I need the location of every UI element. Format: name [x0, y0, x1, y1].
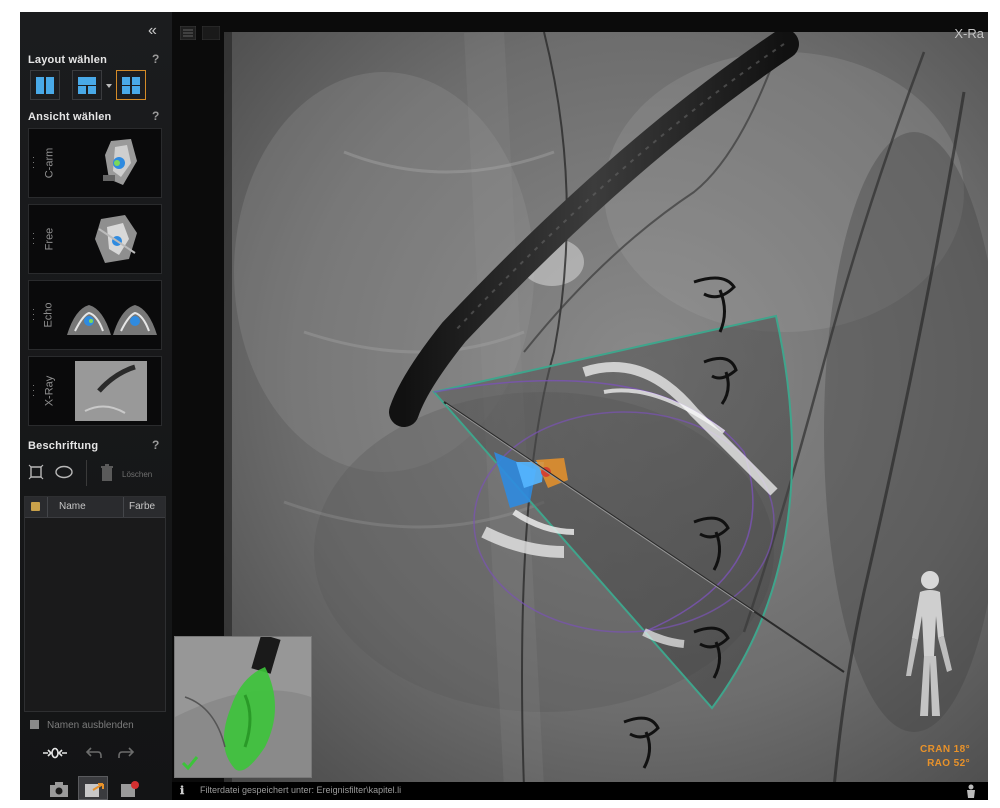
view-label: X-Ray: [43, 375, 55, 407]
view-help-icon[interactable]: ?: [152, 109, 159, 123]
device-preview-inset[interactable]: [174, 636, 312, 778]
drag-handle-icon[interactable]: · · ·: [32, 381, 36, 400]
camera-icon[interactable]: [48, 780, 70, 798]
chevron-down-icon[interactable]: [106, 84, 112, 88]
undo-icon[interactable]: [84, 746, 102, 760]
checkmark-icon: [181, 756, 199, 771]
view-card-free[interactable]: · · · Free: [28, 204, 162, 274]
person-orientation-icon[interactable]: [898, 566, 958, 736]
layout-quad-button[interactable]: [116, 70, 146, 100]
left-panel: « Layout wählen ? Ansicht wählen ? · · ·…: [20, 12, 173, 800]
annotation-table: Name Farbe: [24, 496, 166, 712]
x-ray-image: [224, 32, 988, 788]
drag-handle-icon[interactable]: · · ·: [32, 229, 36, 248]
layout-split-button[interactable]: [72, 70, 102, 100]
annotation-help-icon[interactable]: ?: [152, 438, 159, 452]
c-arm-thumbnail: [103, 139, 137, 185]
redo-icon[interactable]: [118, 746, 136, 760]
select-all-checkbox[interactable]: [31, 502, 40, 511]
annotation-section-title: Beschriftung: [28, 440, 99, 452]
layout-section-title: Layout wählen: [28, 54, 107, 66]
layout-help-icon[interactable]: ?: [152, 52, 159, 66]
delete-button[interactable]: Löschen: [122, 470, 152, 479]
layout-two-column-button[interactable]: [30, 70, 60, 100]
view-card-c-arm[interactable]: · · · C-arm: [28, 128, 162, 198]
rao-angle-readout: RAO 52°: [927, 758, 970, 769]
export-icon: [85, 783, 104, 797]
x-ray-viewport[interactable]: X-Ra CRAN 18° RAO 52° ℹ Filterdatei gesp…: [172, 12, 988, 800]
trash-icon[interactable]: [100, 464, 114, 482]
view-card-x-ray[interactable]: · · · X-Ray: [28, 356, 162, 426]
status-bar: ℹ Filterdatei gespeichert unter: Ereigni…: [172, 782, 988, 800]
view-label: Echo: [43, 302, 56, 328]
collapse-icon[interactable]: «: [148, 22, 157, 40]
rectangle-select-icon[interactable]: [28, 464, 44, 480]
cran-angle-readout: CRAN 18°: [920, 744, 970, 755]
export-button[interactable]: [78, 776, 108, 800]
column-header-color[interactable]: Farbe: [129, 501, 155, 512]
viewport-tool-icon[interactable]: [202, 26, 220, 40]
echo-thumbnail: [67, 305, 157, 335]
person-small-icon[interactable]: [964, 784, 978, 798]
viewport-title: X-Ra: [954, 26, 984, 41]
view-label: Free: [43, 227, 55, 251]
viewport-toolbar: [176, 22, 230, 44]
hide-names-label: Namen ausblenden: [47, 720, 134, 731]
record-icon[interactable]: [118, 780, 140, 798]
drag-handle-icon[interactable]: · · ·: [32, 153, 36, 172]
reset-origin-button[interactable]: [42, 746, 68, 760]
free-thumbnail: [95, 215, 137, 263]
checkbox-icon: [30, 720, 39, 729]
view-card-echo[interactable]: · · · Echo: [28, 280, 162, 350]
column-header-name[interactable]: Name: [59, 501, 86, 512]
view-section-title: Ansicht wählen: [28, 111, 112, 123]
hide-names-checkbox[interactable]: Namen ausblenden: [30, 720, 134, 731]
info-icon: ℹ: [180, 785, 185, 797]
status-message: Filterdatei gespeichert unter: Ereignisf…: [200, 785, 402, 795]
application-window: « Layout wählen ? Ansicht wählen ? · · ·…: [20, 12, 988, 800]
viewport-menu-icon[interactable]: [180, 26, 196, 40]
toolbar-divider: [86, 460, 87, 486]
view-label: C-arm: [43, 147, 55, 179]
x-ray-thumbnail: [75, 361, 147, 421]
table-header: Name Farbe: [25, 497, 165, 518]
drag-handle-icon[interactable]: · · ·: [32, 305, 36, 324]
ellipse-select-icon[interactable]: [54, 464, 74, 480]
